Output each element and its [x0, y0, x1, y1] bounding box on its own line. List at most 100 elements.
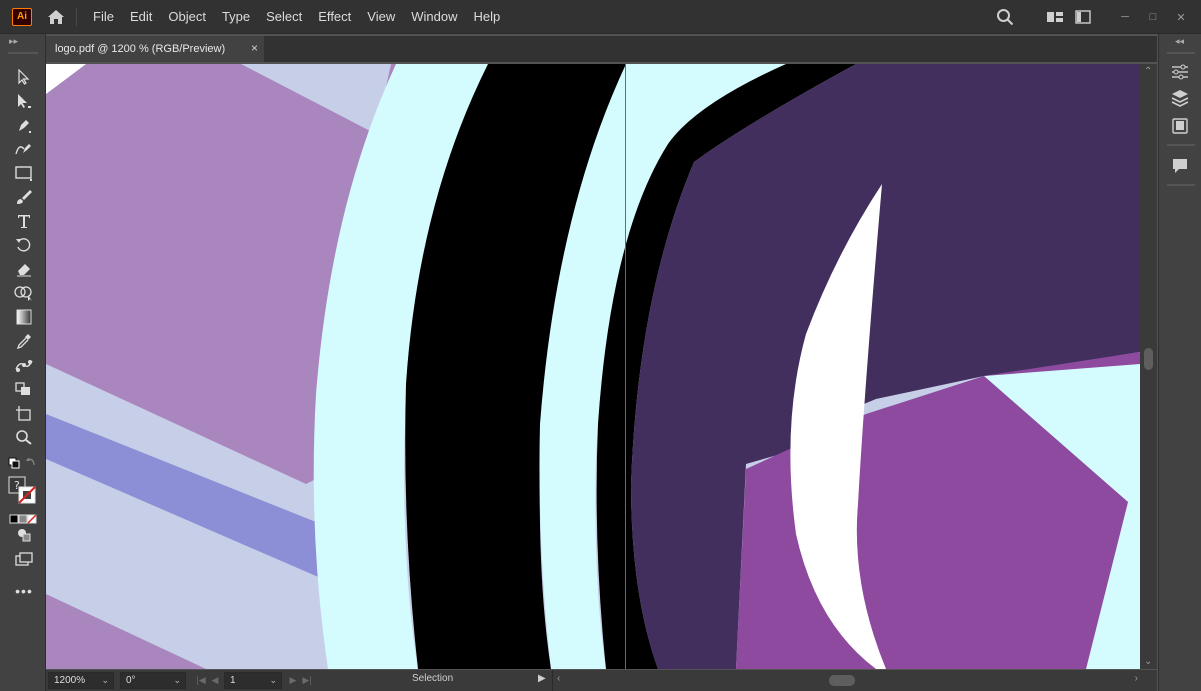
artwork — [46, 64, 1140, 669]
status-bar: 1200% ⌄ 0° ⌄ |◀ ◀ 1 ⌄ ▶ ▶| Selection ▶ ‹… — [46, 670, 1157, 691]
pen-icon — [19, 120, 31, 133]
draw-mode-button[interactable] — [12, 524, 36, 546]
scroll-down-icon[interactable]: ⌄ — [1144, 656, 1152, 667]
zoom-level-field[interactable]: 1200% ⌄ — [48, 672, 114, 689]
libraries-icon — [1172, 118, 1188, 134]
dock-grip-2[interactable] — [1167, 144, 1195, 146]
close-tab-icon[interactable]: × — [251, 41, 258, 55]
menu-right-controls: ─ □ ✕ — [991, 0, 1201, 34]
shape-builder-tool[interactable] — [12, 282, 36, 304]
maximize-button[interactable]: □ — [1139, 3, 1167, 31]
document-tab-bar: logo.pdf @ 1200 % (RGB/Preview) × — [46, 36, 1157, 62]
app-logo: Ai — [12, 7, 32, 26]
free-transform-icon — [15, 382, 30, 395]
screen-mode-button[interactable] — [12, 548, 36, 570]
zoom-icon — [16, 430, 32, 445]
menu-effect[interactable]: Effect — [310, 0, 359, 34]
menu-type[interactable]: Type — [214, 0, 258, 34]
menu-object[interactable]: Object — [160, 0, 214, 34]
vertical-scroll-thumb[interactable] — [1144, 348, 1153, 370]
artboard-icon — [16, 406, 31, 421]
draw-mode-icon — [18, 529, 31, 542]
eyedropper-tool[interactable] — [12, 330, 36, 352]
curvature-tool[interactable] — [12, 138, 36, 160]
search-icon — [997, 9, 1014, 26]
scroll-up-icon[interactable]: ⌃ — [1144, 66, 1152, 77]
zoom-dropdown-icon[interactable]: ⌄ — [101, 675, 109, 686]
vertical-scrollbar[interactable]: ⌃ ⌄ — [1140, 64, 1157, 669]
rotation-field[interactable]: 0° ⌄ — [120, 672, 186, 689]
rectangle-tool[interactable] — [12, 162, 36, 184]
dock-grip[interactable] — [1167, 52, 1195, 54]
fill-stroke-swap[interactable] — [6, 452, 38, 474]
artboard-number-field[interactable]: 1 ⌄ — [224, 672, 282, 689]
more-icon: ••• — [15, 583, 33, 599]
horizontal-scroll-thumb[interactable] — [829, 675, 855, 686]
zoom-level-value: 1200% — [54, 675, 86, 686]
workspace-switcher-button[interactable] — [1069, 3, 1097, 31]
paintbrush-icon — [17, 190, 32, 204]
toolbar-collapse-icon[interactable]: ▸▸ — [9, 36, 18, 47]
dock-collapse-icon[interactable]: ◂◂ — [1175, 36, 1184, 47]
menu-view[interactable]: View — [359, 0, 403, 34]
artboard-dropdown-icon[interactable]: ⌄ — [269, 675, 277, 686]
free-transform-tool[interactable] — [12, 378, 36, 400]
rotation-dropdown-icon[interactable]: ⌄ — [173, 675, 181, 686]
search-button[interactable] — [991, 3, 1019, 31]
panel-dock: ◂◂ — [1158, 34, 1201, 691]
scroll-right-icon[interactable]: › — [1135, 673, 1138, 684]
document-tab[interactable]: logo.pdf @ 1200 % (RGB/Preview) × — [46, 36, 264, 62]
shape-builder-icon — [14, 286, 32, 301]
layers-panel-button[interactable] — [1168, 86, 1192, 110]
toolbar-grip[interactable] — [8, 52, 38, 54]
properties-panel-button[interactable] — [1168, 60, 1192, 84]
previous-artboard-icon[interactable]: ◀ — [208, 675, 222, 686]
workspace-icon — [1075, 10, 1091, 24]
next-artboard-icon[interactable]: ▶ — [286, 675, 300, 686]
status-menu-icon[interactable]: ▶ — [538, 673, 546, 684]
menu-help[interactable]: Help — [465, 0, 508, 34]
arrange-documents-button[interactable] — [1041, 3, 1069, 31]
type-tool[interactable] — [12, 210, 36, 232]
horizontal-scrollbar[interactable]: ‹ › — [552, 670, 1142, 691]
artboard-canvas[interactable] — [46, 64, 1140, 669]
menu-select[interactable]: Select — [258, 0, 310, 34]
zoom-tool[interactable] — [12, 426, 36, 448]
menu-window[interactable]: Window — [403, 0, 465, 34]
close-window-icon: ✕ — [1176, 11, 1186, 24]
type-icon — [18, 215, 30, 228]
curvature-icon — [15, 144, 31, 155]
selection-tool[interactable] — [12, 66, 36, 88]
menu-file[interactable]: File — [85, 0, 122, 34]
minimize-icon: ─ — [1121, 11, 1129, 23]
close-window-button[interactable]: ✕ — [1167, 3, 1195, 31]
rotation-value: 0° — [126, 675, 136, 686]
home-icon — [48, 9, 64, 24]
menu-edit[interactable]: Edit — [122, 0, 160, 34]
libraries-panel-button[interactable] — [1168, 114, 1192, 138]
direct-selection-tool[interactable] — [12, 90, 36, 112]
document-tab-title: logo.pdf @ 1200 % (RGB/Preview) — [55, 43, 226, 55]
gradient-tool[interactable] — [12, 306, 36, 328]
puppet-warp-tool[interactable] — [12, 354, 36, 376]
current-tool-label: Selection — [412, 673, 454, 684]
minimize-button[interactable]: ─ — [1111, 3, 1139, 31]
fill-stroke-indicator[interactable]: ? — [8, 476, 38, 504]
paintbrush-tool[interactable] — [12, 186, 36, 208]
first-artboard-icon[interactable]: |◀ — [194, 675, 208, 686]
rectangle-icon — [15, 166, 32, 181]
home-button[interactable] — [44, 5, 68, 29]
dock-grip-3[interactable] — [1167, 184, 1195, 186]
last-artboard-icon[interactable]: ▶| — [300, 675, 314, 686]
pen-tool[interactable] — [12, 114, 36, 136]
fill-stroke-icon: ? — [8, 476, 36, 504]
eraser-icon — [17, 264, 31, 277]
edit-toolbar-button[interactable]: ••• — [12, 580, 36, 602]
layers-icon — [1171, 90, 1189, 107]
eraser-tool[interactable] — [12, 258, 36, 280]
comments-panel-button[interactable] — [1168, 154, 1192, 178]
puppet-warp-icon — [15, 360, 33, 372]
artboard-tool[interactable] — [12, 402, 36, 424]
scroll-left-icon[interactable]: ‹ — [557, 673, 560, 684]
rotate-tool[interactable] — [12, 234, 36, 256]
